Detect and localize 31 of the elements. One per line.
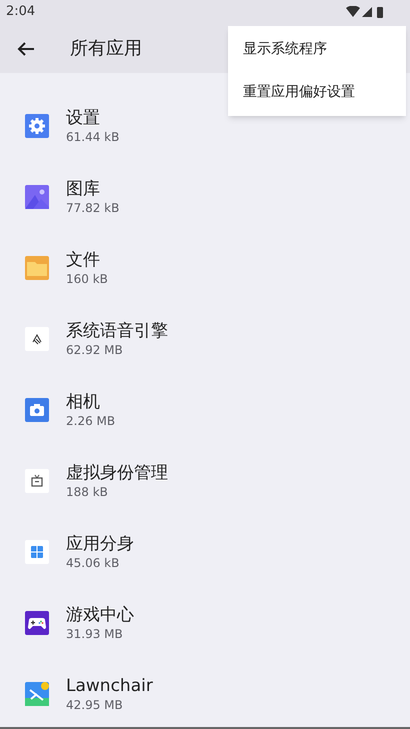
app-name: Lawnchair (66, 674, 153, 696)
app-size: 2.26 MB (66, 412, 116, 428)
app-size: 61.44 kB (66, 128, 120, 144)
status-icons (346, 6, 384, 18)
app-size: 45.06 kB (66, 554, 120, 570)
app-size: 77.82 kB (66, 200, 120, 216)
app-name: 文件 (66, 248, 101, 270)
app-name: 图库 (66, 178, 101, 200)
status-time: 2:04 (6, 3, 36, 22)
camera-icon (25, 398, 49, 422)
gear-icon (25, 114, 49, 138)
grid-icon (25, 540, 49, 564)
app-size: 62.92 MB (66, 342, 124, 358)
app-name: 游戏中心 (66, 604, 134, 626)
app-name: 应用分身 (66, 532, 134, 554)
tv-icon (25, 468, 49, 492)
page-title: 所有应用 (70, 37, 142, 61)
app-name: 设置 (66, 106, 101, 128)
menu-item[interactable]: 显示系统程序 (228, 28, 406, 71)
gamepad-icon (25, 610, 49, 634)
app-size: 160 kB (66, 270, 108, 286)
app-name: 虚拟身份管理 (66, 462, 168, 484)
back-arrow-icon (17, 40, 35, 56)
menu-item[interactable]: 重置应用偏好设置 (228, 71, 406, 114)
picture-icon (25, 184, 49, 208)
app-size: 42.95 MB (66, 696, 124, 712)
app-name: 相机 (66, 390, 101, 412)
app-size: 188 kB (66, 484, 109, 500)
folder-icon (25, 256, 49, 280)
app-size: 31.93 MB (66, 626, 124, 642)
app-name: 系统语音引擎 (66, 320, 168, 342)
